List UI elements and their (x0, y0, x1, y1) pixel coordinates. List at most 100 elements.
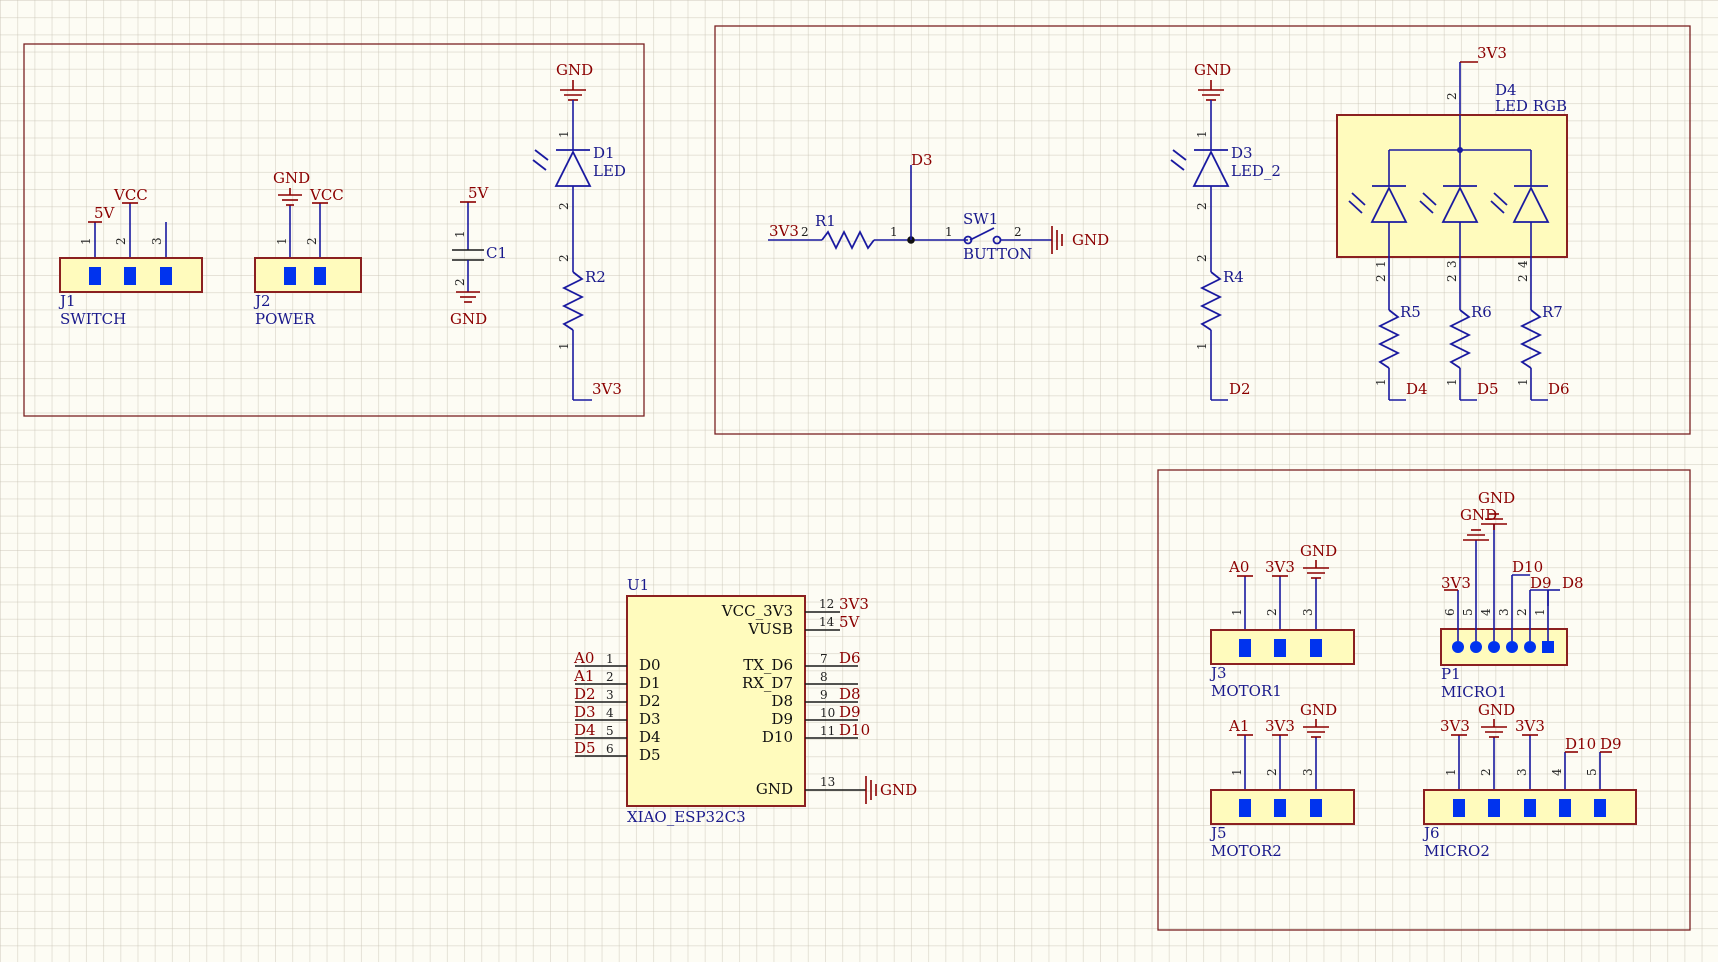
j2-power[interactable]: 1 2 GND VCC J2 POWER (253, 169, 362, 328)
net-label: GND (1478, 489, 1515, 507)
ref-r2: R2 (585, 268, 606, 286)
ref-u1: U1 (627, 576, 649, 594)
sw1-button[interactable]: 1 2 GND SW1 BUTTON (945, 210, 1109, 263)
svg-text:11: 11 (820, 724, 835, 738)
svg-text:1: 1 (275, 237, 289, 245)
svg-text:2: 2 (1445, 274, 1459, 282)
d3-led[interactable]: GND 1 2 D3 LED_2 (1170, 61, 1281, 272)
svg-text:2: 2 (1479, 768, 1493, 776)
svg-text:1: 1 (1374, 260, 1388, 268)
svg-text:2: 2 (801, 225, 809, 239)
r2-resistor[interactable]: 2 1 R2 3V3 (557, 254, 622, 401)
svg-text:2: 2 (1515, 608, 1529, 616)
net-label: A0 (573, 649, 594, 667)
svg-text:14: 14 (819, 615, 835, 629)
net-label: GND (880, 781, 917, 799)
value-p1: MICRO1 (1441, 683, 1507, 701)
d4-rgb-led[interactable]: 3V3 2 D4 LED RGB 2 1 2 3 2 4 (1336, 44, 1568, 310)
net-label: 3V3 (592, 380, 622, 398)
ref-r6: R6 (1471, 303, 1492, 321)
net-label: GND (1072, 231, 1109, 249)
net-label: 5V (839, 613, 861, 631)
j5-motor2[interactable]: A1 3V3 GND 1 2 3 J5 MOTOR2 (1209, 701, 1355, 860)
net-label: D8 (1562, 574, 1584, 592)
ref-j5: J5 (1209, 824, 1227, 842)
net-label: VCC (113, 186, 148, 204)
j3-motor1[interactable]: A0 3V3 GND 1 2 3 J3 MOTOR1 (1209, 542, 1355, 700)
svg-text:12: 12 (819, 597, 834, 611)
net-label: D5 (1477, 380, 1499, 398)
net-label: 3V3 (1515, 717, 1545, 735)
net-label: A1 (1228, 717, 1249, 735)
net-label: D4 (1406, 380, 1428, 398)
svg-text:2: 2 (606, 670, 614, 684)
j6-micro2[interactable]: 3V3 GND 3V3 D10 D9 1 2 3 4 5 J6 MICRO2 (1422, 701, 1637, 860)
ref-p1: P1 (1441, 665, 1461, 683)
r5-resistor[interactable]: 1 R5 D4 (1374, 303, 1428, 401)
net-label: D6 (839, 649, 861, 667)
r7-resistor[interactable]: 1 R7 D6 (1516, 303, 1570, 401)
svg-text:1: 1 (1516, 378, 1530, 386)
svg-text:6: 6 (1443, 608, 1457, 616)
pin-name: D4 (639, 728, 661, 746)
r6-resistor[interactable]: 1 R6 D5 (1445, 303, 1499, 401)
u1-xiao-esp32c3[interactable]: U1 XIAO_ESP32C3 VCC_3V3 VUSB 12 14 3V3 5… (573, 576, 917, 826)
value-j5: MOTOR2 (1211, 842, 1282, 860)
svg-text:4: 4 (1479, 608, 1493, 616)
ref-j6: J6 (1422, 824, 1440, 842)
pin-name: D0 (639, 656, 661, 674)
net-label: GND (1300, 542, 1337, 560)
net-label: D6 (1548, 380, 1570, 398)
net-label: A0 (1228, 558, 1249, 576)
ref-j1: J1 (58, 292, 76, 310)
value-d3: LED_2 (1231, 162, 1281, 180)
svg-text:2: 2 (1265, 768, 1279, 776)
svg-text:1: 1 (606, 652, 614, 666)
ref-d1: D1 (593, 144, 615, 162)
svg-text:1: 1 (557, 342, 571, 350)
svg-text:1: 1 (890, 225, 898, 239)
svg-text:2: 2 (1195, 202, 1209, 210)
svg-text:2: 2 (1014, 225, 1022, 239)
svg-text:2: 2 (1195, 254, 1209, 262)
svg-text:2: 2 (557, 202, 571, 210)
net-label: GND (273, 169, 310, 187)
net-label: D10 (839, 721, 870, 739)
svg-text:3: 3 (606, 688, 614, 702)
net-label: D5 (574, 739, 596, 757)
schematic-sheet: 1 2 3 5V VCC J1 SWITCH 1 2 GND VCC J2 PO… (0, 0, 1718, 962)
j1-switch[interactable]: 1 2 3 5V VCC J1 SWITCH (58, 186, 203, 328)
r4-resistor[interactable]: 2 1 R4 D2 (1195, 254, 1251, 401)
ref-r7: R7 (1542, 303, 1563, 321)
svg-text:2: 2 (1516, 274, 1530, 282)
ref-d3: D3 (1231, 144, 1253, 162)
svg-text:4: 4 (1550, 768, 1564, 776)
svg-text:2: 2 (305, 237, 319, 245)
net-label: 5V (94, 204, 116, 222)
pin-name: D3 (639, 710, 661, 728)
value-u1: XIAO_ESP32C3 (627, 808, 746, 826)
svg-text:1: 1 (79, 237, 93, 245)
net-label: D10 (1565, 735, 1596, 753)
svg-text:5: 5 (606, 724, 614, 738)
p1-micro1[interactable]: GND GND D10 D9 D8 3V3 6 5 4 3 2 1 P1 MIC… (1440, 489, 1584, 701)
c1-capacitor[interactable]: 1 2 5V C1 GND (450, 184, 507, 328)
svg-text:1: 1 (945, 225, 953, 239)
pin-name: D1 (639, 674, 661, 692)
pin-name: GND (756, 780, 793, 798)
d1-led[interactable]: GND 1 2 D1 LED (532, 61, 626, 272)
svg-text:3: 3 (1515, 768, 1529, 776)
net-label: GND (1478, 701, 1515, 719)
svg-text:4: 4 (606, 706, 614, 720)
svg-text:2: 2 (1265, 608, 1279, 616)
net-label: 3V3 (1440, 717, 1470, 735)
svg-text:1: 1 (1230, 608, 1244, 616)
net-label: D3 (911, 151, 933, 169)
svg-text:10: 10 (820, 706, 835, 720)
r1-resistor[interactable]: 3V3 2 1 R1 D3 (768, 151, 968, 251)
pin-name: D9 (771, 710, 793, 728)
value-j2: POWER (255, 310, 316, 328)
ref-r1: R1 (815, 212, 836, 230)
ref-j2: J2 (253, 292, 271, 310)
schematic-canvas: 1 2 3 5V VCC J1 SWITCH 1 2 GND VCC J2 PO… (23, 25, 1691, 931)
